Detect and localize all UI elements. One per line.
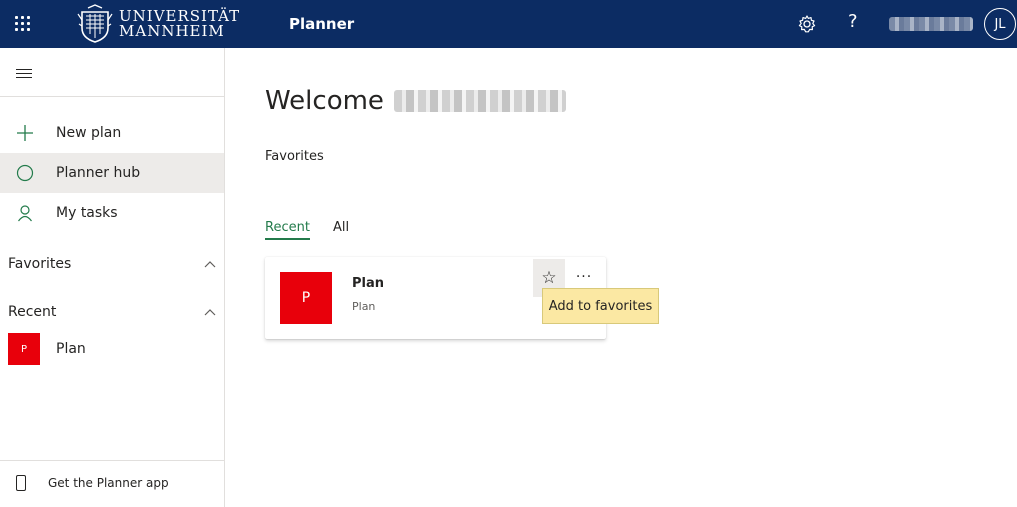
sidebar-divider <box>0 460 224 461</box>
crest-icon <box>77 4 113 43</box>
favorites-section-label: Favorites <box>8 256 72 272</box>
plan-tabs: Recent All <box>265 220 372 240</box>
tab-all[interactable]: All <box>333 220 349 240</box>
recent-section-label: Recent <box>8 304 57 320</box>
app-launcher-icon[interactable] <box>15 16 31 32</box>
sidebar-item-new-plan[interactable]: New plan <box>0 113 224 153</box>
plan-card-subtitle: Plan <box>352 300 376 313</box>
circle-icon <box>16 164 34 182</box>
settings-gear-icon[interactable] <box>797 14 817 34</box>
welcome-heading: Welcome <box>265 86 566 116</box>
sidebar-item-my-tasks[interactable]: My tasks <box>0 193 224 233</box>
get-app-label: Get the Planner app <box>48 476 169 490</box>
favorites-section-header[interactable]: Favorites <box>8 256 216 272</box>
tab-recent[interactable]: Recent <box>265 220 310 240</box>
main-content: Welcome Favorites Recent All P Plan Plan… <box>226 48 1017 507</box>
person-icon <box>16 204 34 222</box>
plan-tile-icon: P <box>8 333 40 365</box>
sidebar-divider <box>0 96 224 97</box>
sidebar-item-label: Planner hub <box>56 165 141 181</box>
user-name-redacted[interactable] <box>889 17 973 31</box>
plus-icon <box>16 124 34 142</box>
university-logo[interactable]: UNIVERSITÄT MANNHEIM <box>76 2 240 46</box>
sidebar-item-label: New plan <box>56 125 122 141</box>
welcome-text: Welcome <box>265 86 384 116</box>
favorites-heading: Favorites <box>265 149 324 164</box>
more-options-button[interactable]: ··· <box>570 263 598 291</box>
logo-wordmark: UNIVERSITÄT MANNHEIM <box>119 9 240 39</box>
get-planner-app-link[interactable]: Get the Planner app <box>16 475 169 491</box>
logo-line-2: MANNHEIM <box>119 22 225 40</box>
phone-icon <box>16 475 26 491</box>
recent-section-header[interactable]: Recent <box>8 304 216 320</box>
recent-plan-item[interactable]: P Plan <box>8 333 86 365</box>
top-bar: UNIVERSITÄT MANNHEIM Planner ? JL <box>0 0 1017 48</box>
plan-tile-icon: P <box>280 272 332 324</box>
help-icon[interactable]: ? <box>848 11 858 32</box>
chevron-up-icon[interactable] <box>204 308 216 316</box>
add-to-favorites-tooltip: Add to favorites <box>542 288 659 324</box>
user-name-redacted <box>393 90 566 112</box>
star-icon: ☆ <box>541 268 557 288</box>
avatar[interactable]: JL <box>984 8 1016 40</box>
sidebar-item-label: My tasks <box>56 205 118 221</box>
chevron-up-icon[interactable] <box>204 260 216 268</box>
left-sidebar: New plan Planner hub My tasks Favorites … <box>0 48 225 507</box>
app-title[interactable]: Planner <box>289 15 354 33</box>
plan-card-title: Plan <box>352 276 385 291</box>
collapse-menu-icon[interactable] <box>16 67 32 79</box>
sidebar-item-planner-hub[interactable]: Planner hub <box>0 153 224 193</box>
recent-plan-label: Plan <box>56 341 86 357</box>
